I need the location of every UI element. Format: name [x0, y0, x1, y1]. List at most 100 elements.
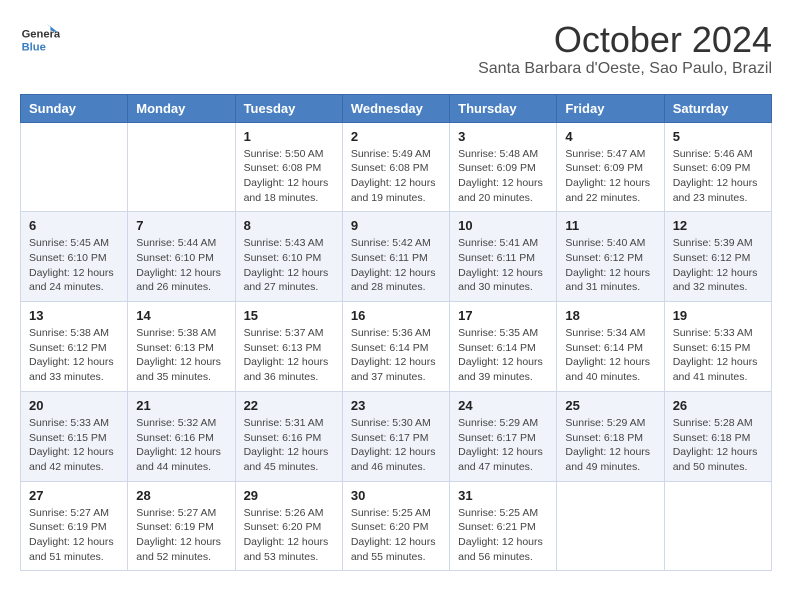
calendar-cell: 30Sunrise: 5:25 AMSunset: 6:20 PMDayligh… [342, 481, 449, 571]
day-number: 24 [458, 398, 548, 413]
day-number: 28 [136, 488, 226, 503]
month-title: October 2024 [478, 20, 772, 60]
calendar-cell: 16 Sunrise: 5:36 AMSunset: 6:14 PMDayligh… [342, 302, 449, 392]
calendar-cell: 4Sunrise: 5:47 AMSunset: 6:09 PMDaylight… [557, 122, 664, 212]
calendar-cell: 17 Sunrise: 5:35 AMSunset: 6:14 PMDayligh… [450, 302, 557, 392]
cell-info: Sunrise: 5:29 AMSunset: 6:18 PMDaylight:… [565, 416, 655, 475]
calendar-cell: 18 Sunrise: 5:34 AMSunset: 6:14 PMDayligh… [557, 302, 664, 392]
day-number: 29 [244, 488, 334, 503]
day-number: 9 [351, 218, 441, 233]
calendar-cell [21, 122, 128, 212]
day-number: 18 [565, 308, 655, 323]
cell-info: Sunrise: 5:38 AMSunset: 6:13 PMDaylight:… [136, 326, 226, 385]
calendar-cell [664, 481, 771, 571]
cell-info: Sunrise: 5:29 AMSunset: 6:17 PMDaylight:… [458, 416, 548, 475]
calendar-cell: 3Sunrise: 5:48 AMSunset: 6:09 PMDaylight… [450, 122, 557, 212]
calendar-cell: 25 Sunrise: 5:29 AMSunset: 6:18 PMDayligh… [557, 391, 664, 481]
cell-info: Sunrise: 5:27 AMSunset: 6:19 PMDaylight:… [136, 506, 226, 565]
cell-info: Sunrise: 5:27 AMSunset: 6:19 PMDaylight:… [29, 506, 119, 565]
day-number: 10 [458, 218, 548, 233]
calendar-cell: 1 Sunrise: 5:50 AMSunset: 6:08 PMDaylight… [235, 122, 342, 212]
day-number: 25 [565, 398, 655, 413]
calendar-cell: 22 Sunrise: 5:31 AMSunset: 6:16 PMDayligh… [235, 391, 342, 481]
calendar-table: SundayMondayTuesdayWednesdayThursdayFrid… [20, 94, 772, 572]
calendar-cell [557, 481, 664, 571]
cell-info: Sunrise: 5:31 AMSunset: 6:16 PMDaylight:… [244, 416, 334, 475]
day-number: 2 [351, 129, 441, 144]
day-number: 21 [136, 398, 226, 413]
svg-text:Blue: Blue [22, 41, 46, 53]
cell-info: Sunrise: 5:48 AMSunset: 6:09 PMDaylight:… [458, 147, 548, 206]
cell-info: Sunrise: 5:50 AMSunset: 6:08 PMDaylight:… [244, 147, 334, 206]
calendar-cell: 14Sunrise: 5:38 AMSunset: 6:13 PMDayligh… [128, 302, 235, 392]
cell-info: Sunrise: 5:40 AMSunset: 6:12 PMDaylight:… [565, 236, 655, 295]
calendar-cell: 20 Sunrise: 5:33 AMSunset: 6:15 PMDayligh… [21, 391, 128, 481]
calendar-week-row: 6 Sunrise: 5:45 AMSunset: 6:10 PMDaylight… [21, 212, 772, 302]
day-number: 11 [565, 218, 655, 233]
location: Santa Barbara d'Oeste, Sao Paulo, Brazil [478, 60, 772, 78]
header-thursday: Thursday [450, 94, 557, 122]
cell-info: Sunrise: 5:46 AMSunset: 6:09 PMDaylight:… [673, 147, 763, 206]
title-block: October 2024 Santa Barbara d'Oeste, Sao … [478, 20, 772, 78]
calendar-cell: 8 Sunrise: 5:43 AMSunset: 6:10 PMDaylight… [235, 212, 342, 302]
day-number: 31 [458, 488, 548, 503]
day-number: 4 [565, 129, 655, 144]
cell-info: Sunrise: 5:42 AMSunset: 6:11 PMDaylight:… [351, 236, 441, 295]
cell-info: Sunrise: 5:30 AMSunset: 6:17 PMDaylight:… [351, 416, 441, 475]
day-number: 13 [29, 308, 119, 323]
calendar-cell: 19Sunrise: 5:33 AMSunset: 6:15 PMDayligh… [664, 302, 771, 392]
cell-info: Sunrise: 5:25 AMSunset: 6:21 PMDaylight:… [458, 506, 548, 565]
day-number: 5 [673, 129, 763, 144]
calendar-cell: 23 Sunrise: 5:30 AMSunset: 6:17 PMDayligh… [342, 391, 449, 481]
calendar-cell: 31 Sunrise: 5:25 AMSunset: 6:21 PMDayligh… [450, 481, 557, 571]
calendar-cell: 27Sunrise: 5:27 AMSunset: 6:19 PMDayligh… [21, 481, 128, 571]
calendar-cell: 9 Sunrise: 5:42 AMSunset: 6:11 PMDaylight… [342, 212, 449, 302]
cell-info: Sunrise: 5:39 AMSunset: 6:12 PMDaylight:… [673, 236, 763, 295]
calendar-cell: 26Sunrise: 5:28 AMSunset: 6:18 PMDayligh… [664, 391, 771, 481]
calendar-cell: 24 Sunrise: 5:29 AMSunset: 6:17 PMDayligh… [450, 391, 557, 481]
header-monday: Monday [128, 94, 235, 122]
day-number: 17 [458, 308, 548, 323]
header-saturday: Saturday [664, 94, 771, 122]
calendar-header-row: SundayMondayTuesdayWednesdayThursdayFrid… [21, 94, 772, 122]
day-number: 12 [673, 218, 763, 233]
header-sunday: Sunday [21, 94, 128, 122]
cell-info: Sunrise: 5:35 AMSunset: 6:14 PMDaylight:… [458, 326, 548, 385]
day-number: 1 [244, 129, 334, 144]
calendar-cell: 13 Sunrise: 5:38 AMSunset: 6:12 PMDayligh… [21, 302, 128, 392]
calendar-week-row: 1 Sunrise: 5:50 AMSunset: 6:08 PMDaylight… [21, 122, 772, 212]
day-number: 19 [673, 308, 763, 323]
calendar-cell: 10 Sunrise: 5:41 AMSunset: 6:11 PMDayligh… [450, 212, 557, 302]
day-number: 23 [351, 398, 441, 413]
cell-info: Sunrise: 5:44 AMSunset: 6:10 PMDaylight:… [136, 236, 226, 295]
cell-info: Sunrise: 5:38 AMSunset: 6:12 PMDaylight:… [29, 326, 119, 385]
cell-info: Sunrise: 5:36 AMSunset: 6:14 PMDaylight:… [351, 326, 441, 385]
calendar-cell: 28 Sunrise: 5:27 AMSunset: 6:19 PMDayligh… [128, 481, 235, 571]
day-number: 22 [244, 398, 334, 413]
calendar-cell: 15Sunrise: 5:37 AMSunset: 6:13 PMDayligh… [235, 302, 342, 392]
calendar-week-row: 20 Sunrise: 5:33 AMSunset: 6:15 PMDayligh… [21, 391, 772, 481]
logo-icon: General Blue [20, 20, 60, 60]
day-number: 6 [29, 218, 119, 233]
cell-info: Sunrise: 5:34 AMSunset: 6:14 PMDaylight:… [565, 326, 655, 385]
cell-info: Sunrise: 5:45 AMSunset: 6:10 PMDaylight:… [29, 236, 119, 295]
cell-info: Sunrise: 5:43 AMSunset: 6:10 PMDaylight:… [244, 236, 334, 295]
day-number: 7 [136, 218, 226, 233]
day-number: 15 [244, 308, 334, 323]
cell-info: Sunrise: 5:49 AMSunset: 6:08 PMDaylight:… [351, 147, 441, 206]
day-number: 30 [351, 488, 441, 503]
day-number: 8 [244, 218, 334, 233]
calendar-cell: 21Sunrise: 5:32 AMSunset: 6:16 PMDayligh… [128, 391, 235, 481]
page-header: General Blue October 2024 Santa Barbara … [20, 20, 772, 78]
day-number: 16 [351, 308, 441, 323]
calendar-cell: 6 Sunrise: 5:45 AMSunset: 6:10 PMDaylight… [21, 212, 128, 302]
day-number: 26 [673, 398, 763, 413]
header-wednesday: Wednesday [342, 94, 449, 122]
cell-info: Sunrise: 5:33 AMSunset: 6:15 PMDaylight:… [29, 416, 119, 475]
calendar-cell: 7 Sunrise: 5:44 AMSunset: 6:10 PMDaylight… [128, 212, 235, 302]
day-number: 20 [29, 398, 119, 413]
header-friday: Friday [557, 94, 664, 122]
cell-info: Sunrise: 5:41 AMSunset: 6:11 PMDaylight:… [458, 236, 548, 295]
calendar-cell: 29Sunrise: 5:26 AMSunset: 6:20 PMDayligh… [235, 481, 342, 571]
calendar-cell: 11 Sunrise: 5:40 AMSunset: 6:12 PMDayligh… [557, 212, 664, 302]
